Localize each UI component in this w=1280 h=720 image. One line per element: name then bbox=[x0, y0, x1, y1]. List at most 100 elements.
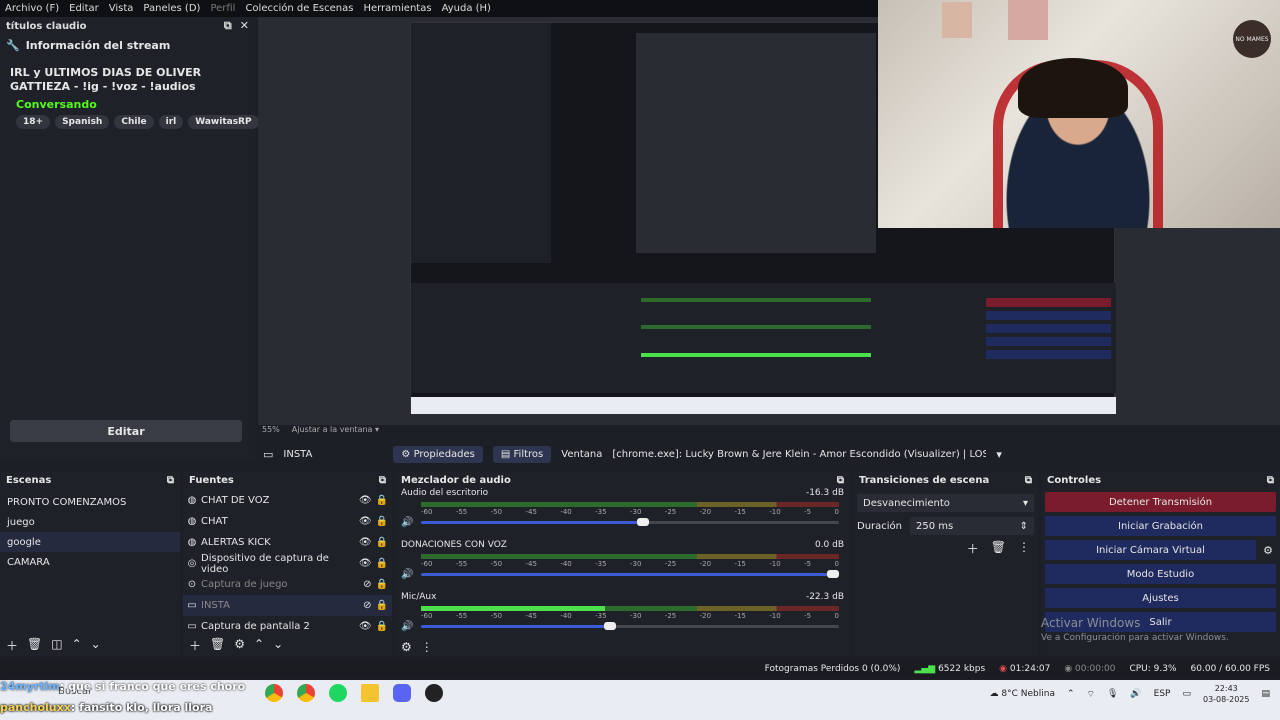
live-icon: ◉ bbox=[999, 664, 1008, 674]
source-item[interactable]: ◎ Dispositivo de captura de video 👁 🔒 bbox=[183, 553, 392, 575]
channel-name: Mic/Aux bbox=[401, 592, 437, 602]
start-recording-button[interactable]: Iniciar Grabación bbox=[1045, 516, 1276, 536]
clock[interactable]: 22:43 03-08-2025 bbox=[1203, 683, 1250, 705]
level-meter bbox=[421, 502, 839, 507]
fit-window-dropdown[interactable]: Ajustar a la ventana ▾ bbox=[292, 425, 379, 437]
wifi-icon[interactable]: ⌔ bbox=[1087, 689, 1095, 700]
close-icon[interactable]: ✕ bbox=[240, 19, 249, 33]
start-virtual-camera-button[interactable]: Iniciar Cámara Virtual bbox=[1045, 540, 1256, 560]
add-icon[interactable]: ＋ bbox=[6, 637, 18, 654]
menu-coleccion-escenas[interactable]: Colección de Escenas bbox=[240, 3, 358, 14]
source-item[interactable]: ◍ CHAT 👁 🔒 bbox=[183, 511, 392, 532]
browser-icon: ◍ bbox=[187, 516, 197, 527]
browser-icon: ◍ bbox=[187, 495, 197, 506]
source-toolbar: ▭ INSTA ⚙ Propiedades ▤ Filtros Ventana … bbox=[255, 443, 1280, 465]
scene-item[interactable]: PRONTO COMENZAMOS bbox=[0, 492, 180, 512]
window-select[interactable]: [chrome.exe]: Lucky Brown & Jere Klein -… bbox=[612, 449, 986, 460]
scenes-toolbar: ＋ 🗑 ◫ ⌃ ⌄ bbox=[6, 637, 101, 654]
arrow-up-icon[interactable]: ⌃ bbox=[254, 637, 264, 654]
undock-icon[interactable]: ⧉ bbox=[837, 475, 844, 486]
mixer-title: Mezclador de audio bbox=[401, 474, 511, 486]
more-icon[interactable]: ⋮ bbox=[421, 640, 433, 654]
discord-icon[interactable] bbox=[393, 684, 411, 702]
source-item[interactable]: ◍ CHAT DE VOZ 👁 🔒 bbox=[183, 490, 392, 511]
gear-icon[interactable]: ⚙ bbox=[234, 637, 245, 654]
volume-slider[interactable] bbox=[421, 622, 840, 630]
chevron-up-icon[interactable]: ⌃ bbox=[1067, 689, 1075, 699]
speaker-icon[interactable]: 🔊 bbox=[401, 517, 413, 528]
undock-icon[interactable]: ⧉ bbox=[1025, 475, 1032, 486]
duration-input[interactable]: 250 ms ⇕ bbox=[910, 517, 1034, 535]
folder-icon[interactable] bbox=[361, 684, 379, 702]
arrow-down-icon[interactable]: ⌄ bbox=[91, 637, 101, 654]
level-meter bbox=[421, 554, 839, 559]
menu-perfil[interactable]: Perfil bbox=[205, 3, 240, 14]
stepper-icon: ⇕ bbox=[1019, 520, 1028, 532]
weather[interactable]: ☁ 8°C Neblina bbox=[990, 689, 1055, 699]
properties-button[interactable]: ⚙ Propiedades bbox=[393, 445, 483, 463]
signal-icon: ▂▄▆ bbox=[914, 664, 936, 674]
language[interactable]: ESP bbox=[1154, 689, 1171, 699]
studio-mode-button[interactable]: Modo Estudio bbox=[1045, 564, 1276, 584]
gear-icon[interactable]: ⚙ bbox=[401, 640, 412, 654]
undock-icon[interactable]: ⧉ bbox=[224, 19, 232, 33]
filters-button[interactable]: ▤ Filtros bbox=[492, 445, 552, 463]
status-bar: Fotogramas Perdidos 0 (0.0%) ▂▄▆ 6522 kb… bbox=[0, 659, 1280, 679]
arrow-down-icon[interactable]: ⌄ bbox=[273, 637, 283, 654]
notification-icon[interactable]: ▤ bbox=[1261, 689, 1270, 699]
source-item[interactable]: ▭ Captura de pantalla 2 👁 🔒 bbox=[183, 616, 392, 637]
preview-zoom-row: 55% Ajustar a la ventana ▾ bbox=[258, 425, 379, 437]
arrow-up-icon[interactable]: ⌃ bbox=[72, 637, 82, 654]
channel-name: Audio del escritorio bbox=[401, 488, 489, 498]
volume-slider[interactable] bbox=[421, 518, 840, 526]
chevron-down-icon[interactable]: ▾ bbox=[996, 448, 1002, 461]
spotify-icon[interactable] bbox=[329, 684, 347, 702]
stop-stream-button[interactable]: Detener Transmisión bbox=[1045, 492, 1276, 512]
menu-editar[interactable]: Editar bbox=[64, 3, 104, 14]
menu-archivo[interactable]: Archivo (F) bbox=[0, 3, 64, 14]
speaker-icon[interactable]: 🔊 bbox=[401, 569, 413, 580]
source-item[interactable]: ▭ INSTA ⊘ 🔒 bbox=[183, 595, 392, 616]
source-item[interactable]: ⊙ Captura de juego ⊘ 🔒 bbox=[183, 574, 392, 595]
filter-icon[interactable]: ◫ bbox=[51, 637, 62, 654]
edit-button[interactable]: Editar bbox=[10, 420, 242, 442]
lock-icon: 🔒 bbox=[375, 621, 388, 632]
volume-slider[interactable] bbox=[421, 570, 840, 578]
trash-icon[interactable]: 🗑 bbox=[991, 540, 1006, 557]
volume-icon[interactable]: 🔊 bbox=[1130, 689, 1141, 699]
live-time: ◉ 01:24:07 bbox=[999, 664, 1051, 674]
menu-paneles[interactable]: Paneles (D) bbox=[138, 3, 205, 14]
undock-icon[interactable]: ⧉ bbox=[379, 475, 386, 486]
zoom-level: 55% bbox=[262, 425, 280, 434]
taskbar-apps bbox=[265, 684, 443, 702]
menu-ayuda[interactable]: Ayuda (H) bbox=[437, 3, 496, 14]
selected-source-name: INSTA bbox=[283, 448, 313, 460]
scene-item[interactable]: CAMARA bbox=[0, 552, 180, 572]
rec-time: ◉ 00:00:00 bbox=[1064, 664, 1116, 674]
more-icon[interactable]: ⋮ bbox=[1018, 540, 1030, 557]
eye-icon: 👁 bbox=[358, 516, 372, 527]
trash-icon[interactable]: 🗑 bbox=[27, 637, 42, 654]
settings-button[interactable]: Ajustes bbox=[1045, 588, 1276, 608]
add-icon[interactable]: ＋ bbox=[967, 540, 979, 557]
gear-icon[interactable]: ⚙ bbox=[1256, 544, 1280, 557]
obs-icon[interactable] bbox=[425, 684, 443, 702]
scene-item[interactable]: google bbox=[0, 532, 180, 552]
scene-item[interactable]: juego bbox=[0, 512, 180, 532]
lock-icon: 🔒 bbox=[375, 537, 388, 548]
chrome-icon[interactable] bbox=[297, 684, 315, 702]
trash-icon[interactable]: 🗑 bbox=[210, 637, 225, 654]
webcam-overlay: NO MAMES bbox=[878, 0, 1280, 228]
add-icon[interactable]: ＋ bbox=[189, 637, 201, 654]
menu-vista[interactable]: Vista bbox=[104, 3, 139, 14]
transition-select[interactable]: Desvanecimiento ▾ bbox=[857, 494, 1034, 512]
menu-herramientas[interactable]: Herramientas bbox=[358, 3, 436, 14]
mic-icon[interactable]: 🎙 bbox=[1107, 689, 1118, 699]
sources-title: Fuentes bbox=[189, 474, 234, 486]
speaker-icon[interactable]: 🔊 bbox=[401, 621, 413, 632]
source-item[interactable]: ◍ ALERTAS KICK 👁 🔒 bbox=[183, 532, 392, 553]
chrome-icon[interactable] bbox=[265, 684, 283, 702]
undock-icon[interactable]: ⧉ bbox=[1267, 475, 1274, 486]
undock-icon[interactable]: ⧉ bbox=[167, 475, 174, 486]
tag: irl bbox=[158, 115, 184, 129]
